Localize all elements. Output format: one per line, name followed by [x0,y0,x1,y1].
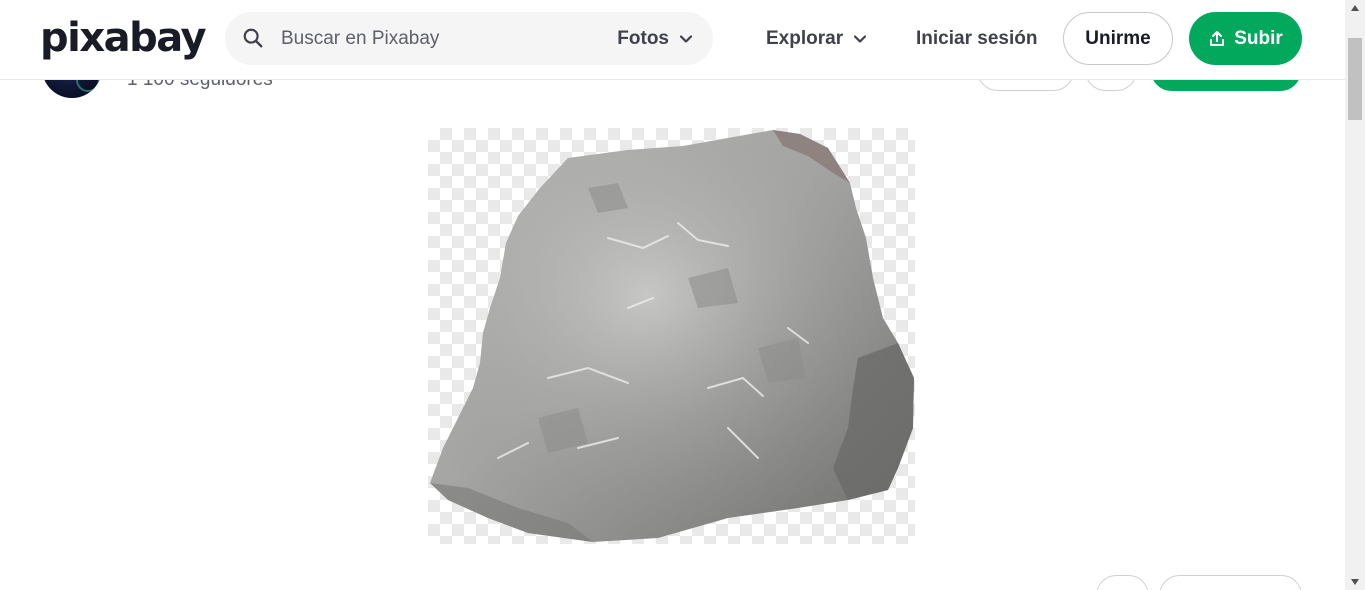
explore-menu[interactable]: Explorar [766,14,867,64]
page-scrollbar[interactable] [1345,0,1365,590]
site-header: pixabay Fotos Explorar Iniciar sesión Un… [0,0,1345,80]
chevron-down-icon [679,34,693,43]
scroll-down-arrow[interactable] [1345,574,1365,590]
rock-image [430,130,914,542]
arrow-down-icon [1351,579,1359,585]
search-bar: Fotos [225,12,713,65]
share-button[interactable] [1096,575,1149,590]
search-input[interactable] [281,22,601,55]
login-link[interactable]: Iniciar sesión [916,14,1037,64]
upload-button[interactable]: Subir [1189,12,1302,65]
photo-preview[interactable] [428,128,915,544]
upload-icon [1210,30,1225,46]
explore-label: Explorar [766,28,844,49]
more-actions-button[interactable] [1159,575,1302,590]
arrow-up-icon [1351,5,1359,11]
upload-label: Subir [1234,27,1283,49]
media-type-label: Fotos [617,27,669,49]
search-icon[interactable] [242,27,264,49]
pixabay-logo[interactable]: pixabay [40,15,207,61]
logo-text: pixabay [40,15,207,61]
scroll-thumb[interactable] [1348,38,1362,120]
scroll-up-arrow[interactable] [1345,0,1365,16]
chevron-down-icon [853,35,867,43]
media-type-select[interactable]: Fotos [617,12,693,65]
join-button[interactable]: Unirme [1063,12,1173,65]
